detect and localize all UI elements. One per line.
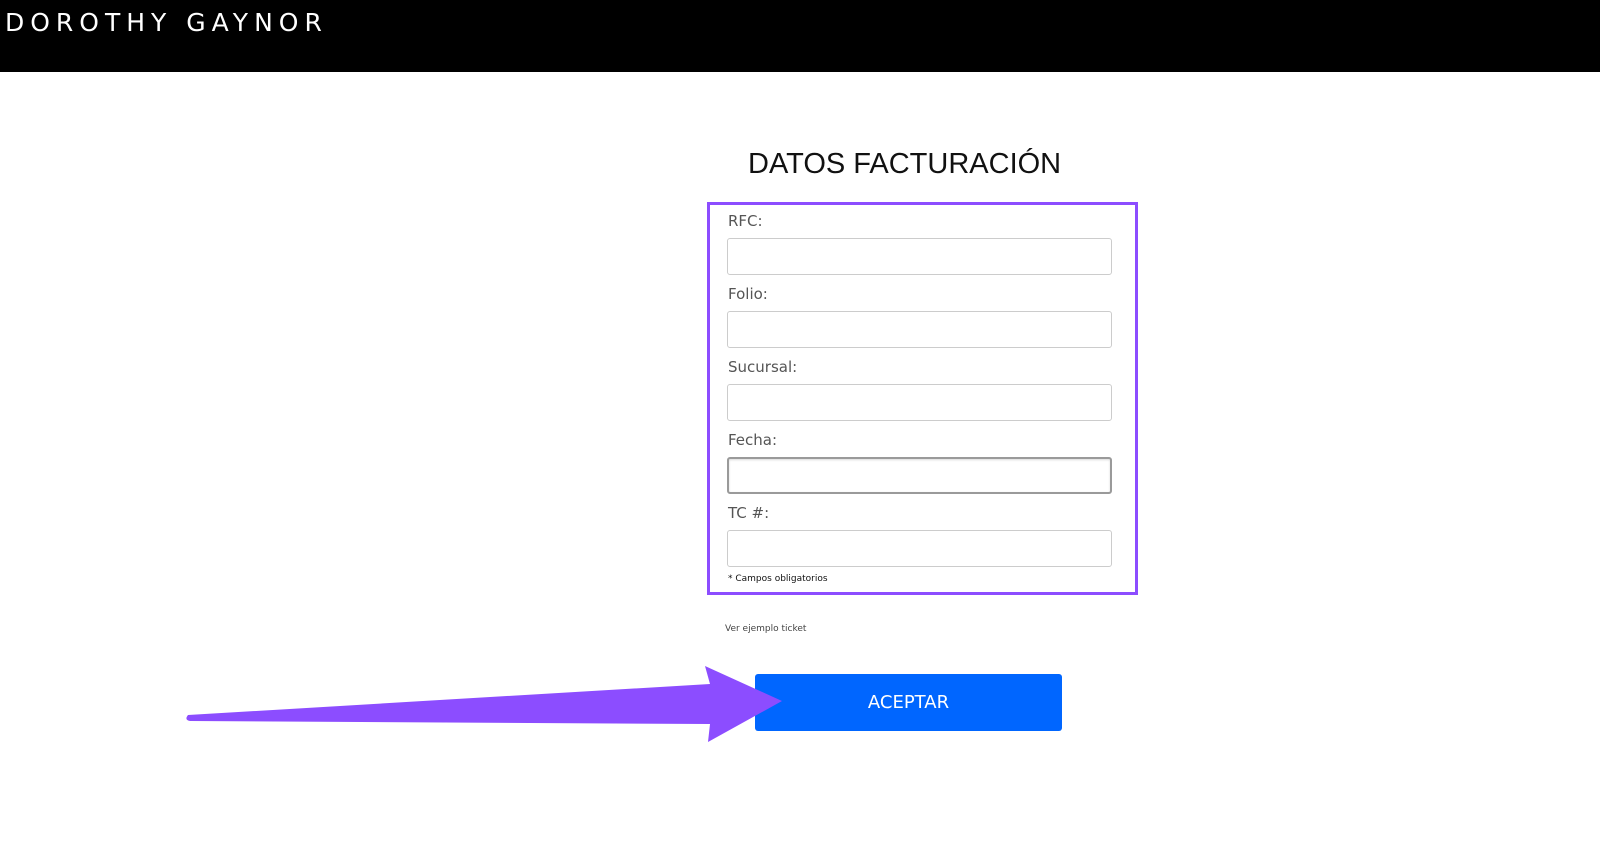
sucursal-label: Sucursal: — [728, 358, 798, 376]
example-ticket-link[interactable]: Ver ejemplo ticket — [725, 624, 806, 634]
brand-logo-text[interactable]: DOROTHY GAYNOR — [5, 6, 328, 40]
required-fields-note: * Campos obligatorios — [728, 574, 828, 584]
rfc-label: RFC: — [728, 212, 763, 230]
fecha-label: Fecha: — [728, 431, 778, 449]
rfc-input[interactable] — [727, 238, 1112, 275]
top-header-bar: DOROTHY GAYNOR — [0, 0, 1600, 72]
tc-label: TC #: — [728, 504, 770, 522]
accept-button[interactable]: ACEPTAR — [755, 674, 1062, 731]
page-title: DATOS FACTURACIÓN — [748, 148, 1062, 180]
folio-label: Folio: — [728, 285, 768, 303]
sucursal-input[interactable] — [727, 384, 1112, 421]
billing-form-highlight: RFC: Folio: Sucursal: Fecha: TC #: * Cam… — [707, 202, 1138, 595]
folio-input[interactable] — [727, 311, 1112, 348]
fecha-input[interactable] — [727, 457, 1112, 494]
tc-input[interactable] — [727, 530, 1112, 567]
